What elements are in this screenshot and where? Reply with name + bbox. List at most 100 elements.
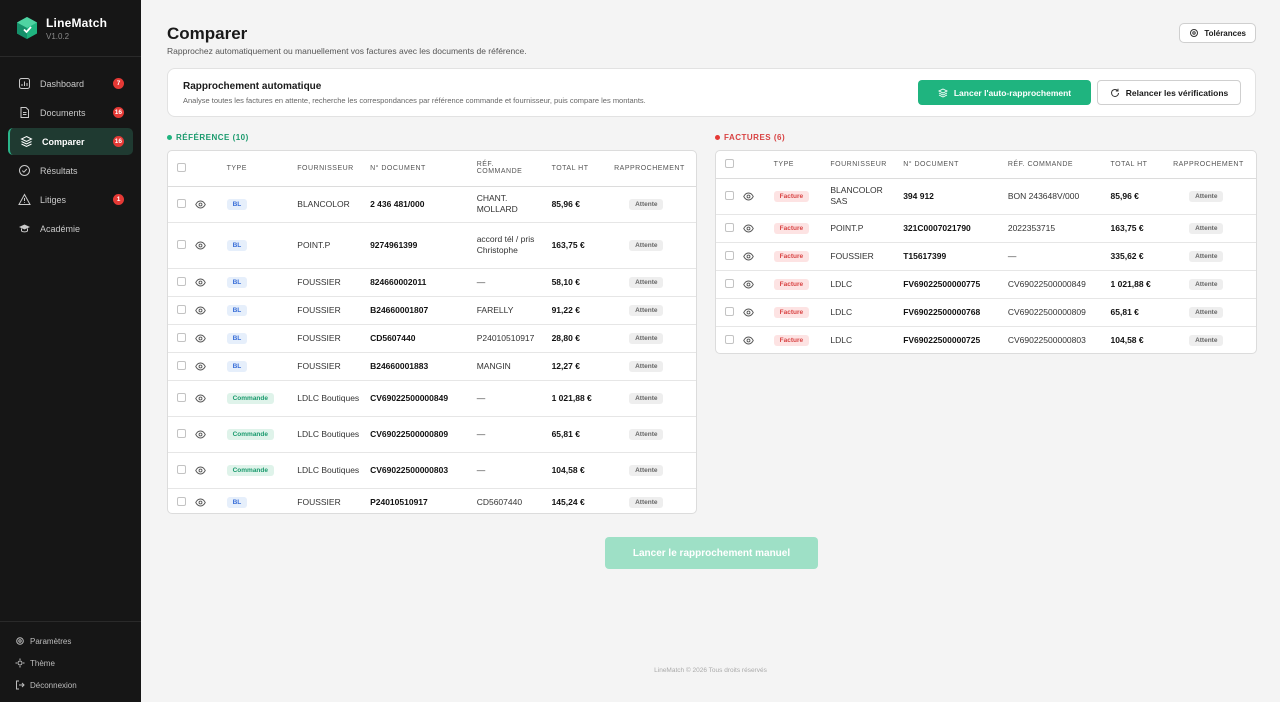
row-checkbox[interactable] (177, 428, 186, 438)
eye-icon[interactable] (742, 298, 774, 327)
table-row[interactable]: BL FOUSSIER B24660001807 FARELLY 91,22 € Atte… (168, 296, 696, 325)
table-row[interactable]: BL FOUSSIER P24010510917 CD5607440 145,24 € A… (168, 488, 696, 513)
eye-icon[interactable] (742, 214, 774, 243)
nav-item-comparer[interactable]: Comparer 16 (8, 128, 133, 155)
col-ref[interactable]: RÉF. COMMANDE (1007, 151, 1111, 179)
col-match[interactable]: RAPPROCHEMENT (1173, 151, 1256, 179)
total-cell: 28,80 € (551, 324, 615, 353)
col-total[interactable]: TOTAL HT (1110, 151, 1174, 179)
table-row[interactable]: BL FOUSSIER 824660002011—58,10 € Attente (168, 268, 696, 297)
select-all-checkbox[interactable] (725, 158, 734, 168)
col-total[interactable]: TOTAL HT (551, 151, 615, 187)
supplier-cell: LDLC Boutiques (297, 452, 371, 489)
sidebar-footer: Paramètres Thème Déconnexion (0, 621, 141, 702)
run-manual-matching-button[interactable]: Lancer le rapprochement manuel (605, 537, 818, 569)
nav-item-documents[interactable]: Documents 16 (8, 99, 133, 126)
col-doc[interactable]: N° DOCUMENT (370, 151, 477, 187)
table-row[interactable]: Commande LDLC Boutiques CV69022500000849—1… (168, 380, 696, 417)
supplier-cell: FOUSSIER (830, 242, 904, 271)
eye-icon[interactable] (194, 268, 227, 297)
nav-item-litiges[interactable]: Litiges 1 (8, 186, 133, 213)
table-row[interactable]: Commande LDLC Boutiques CV69022500000803—1… (168, 452, 696, 489)
table-row[interactable]: BL BLANCOLOR 2 436 481/000 CHANT. MOLLARD 85… (168, 186, 696, 223)
nav-item-resultats[interactable]: Résultats (8, 157, 133, 184)
col-type[interactable]: TYPE (226, 151, 298, 187)
row-checkbox[interactable] (177, 332, 186, 342)
tolerances-button[interactable]: Tolérances (1179, 23, 1256, 43)
nav-item-label: Académie (40, 223, 81, 234)
table-row[interactable]: Facture BLANCOLOR SAS 394 912 BON 243648V/0… (716, 178, 1256, 215)
run-auto-matching-button[interactable]: Lancer l'auto-rapprochement (918, 80, 1091, 105)
status-badge: Attente (1189, 307, 1224, 318)
recheck-button[interactable]: Relancer les vérifications (1097, 80, 1241, 105)
eye-icon[interactable] (194, 222, 227, 269)
eye-icon[interactable] (743, 326, 774, 353)
table-row[interactable]: Facture LDLC FV69022500000775 CV69022500000… (716, 270, 1256, 299)
col-ref[interactable]: RÉF. COMMANDE (476, 151, 552, 187)
page-subtitle: Rapprochez automatiquement ou manuelleme… (167, 46, 527, 56)
col-supplier[interactable]: FOURNISSEUR (297, 151, 371, 187)
row-checkbox[interactable] (725, 190, 734, 200)
eye-icon[interactable] (194, 352, 227, 381)
select-all-checkbox[interactable] (177, 162, 186, 172)
settings-link[interactable]: Paramètres (0, 632, 141, 650)
eye-icon[interactable] (194, 416, 227, 453)
eye-icon[interactable] (742, 242, 774, 271)
eye-icon[interactable] (742, 178, 774, 215)
table-row[interactable]: Facture LDLC FV69022500000725 CV69022500000… (716, 326, 1256, 353)
table-row[interactable]: Commande LDLC Boutiques CV69022500000809—6… (168, 416, 696, 453)
row-checkbox[interactable] (725, 334, 734, 344)
eye-icon[interactable] (194, 380, 227, 417)
document-number-cell: FV69022500000775 (903, 270, 1008, 299)
row-checkbox[interactable] (177, 392, 186, 402)
status-badge: Attente (629, 361, 664, 372)
eye-icon[interactable] (194, 324, 227, 353)
row-checkbox[interactable] (177, 360, 186, 370)
table-row[interactable]: BL POINT.P 9274961399 accord tél / pris Chr… (168, 222, 696, 269)
eye-icon[interactable] (195, 488, 227, 513)
row-checkbox[interactable] (177, 198, 186, 208)
order-ref-cell: FARELLY (476, 296, 552, 325)
col-type[interactable]: TYPE (773, 151, 831, 179)
eye-icon[interactable] (194, 452, 227, 489)
main-content: Comparer Rapprochez automatiquement ou m… (141, 0, 1280, 702)
table-row[interactable]: BL FOUSSIER CD5607440 P24010510917 28,80 € At… (168, 324, 696, 353)
total-cell: 58,10 € (551, 268, 615, 297)
theme-label: Thème (30, 658, 55, 668)
nav-badge: 1 (113, 194, 124, 205)
row-checkbox[interactable] (725, 306, 734, 316)
eye-icon[interactable] (742, 270, 774, 299)
table-row[interactable]: Facture POINT.P 321C0007021790 2022353715 16… (716, 214, 1256, 243)
row-checkbox[interactable] (725, 278, 734, 288)
row-checkbox[interactable] (177, 276, 186, 286)
row-checkbox[interactable] (725, 222, 734, 232)
run-auto-matching-label: Lancer l'auto-rapprochement (953, 87, 1072, 98)
nav-item-dashboard[interactable]: Dashboard 7 (8, 70, 133, 97)
row-checkbox[interactable] (177, 304, 186, 314)
row-checkbox[interactable] (177, 496, 186, 506)
order-ref-cell: 2022353715 (1007, 214, 1111, 243)
brand[interactable]: LineMatch V1.0.2 (0, 0, 141, 57)
eye-icon[interactable] (194, 296, 227, 325)
table-row[interactable]: Facture FOUSSIER T15617399—335,62 € Attente (716, 242, 1256, 271)
eye-icon[interactable] (194, 186, 227, 223)
document-number-cell: 9274961399 (370, 222, 477, 269)
reference-dot (167, 135, 172, 140)
row-checkbox[interactable] (177, 239, 186, 249)
nav-item-academie[interactable]: Académie (8, 215, 133, 242)
col-match[interactable]: RAPPROCHEMENT (614, 151, 696, 187)
total-cell: 12,27 € (551, 352, 615, 381)
nav-item-label: Documents (40, 107, 86, 118)
row-checkbox[interactable] (177, 464, 186, 474)
table-row[interactable]: Facture LDLC FV69022500000768 CV69022500000… (716, 298, 1256, 327)
col-ref-line2: COMMANDE (476, 168, 523, 176)
table-row[interactable]: BL FOUSSIER B24660001883 MANGIN 12,27 € Atten… (168, 352, 696, 381)
col-doc[interactable]: N° DOCUMENT (903, 151, 1008, 179)
row-checkbox[interactable] (725, 250, 734, 260)
theme-toggle[interactable]: Thème (0, 654, 141, 672)
logout-label: Déconnexion (30, 680, 77, 690)
col-supplier[interactable]: FOURNISSEUR (830, 151, 904, 179)
tolerances-label: Tolérances (1204, 28, 1246, 38)
check-circle-icon (18, 164, 31, 177)
logout-link[interactable]: Déconnexion (0, 676, 141, 694)
